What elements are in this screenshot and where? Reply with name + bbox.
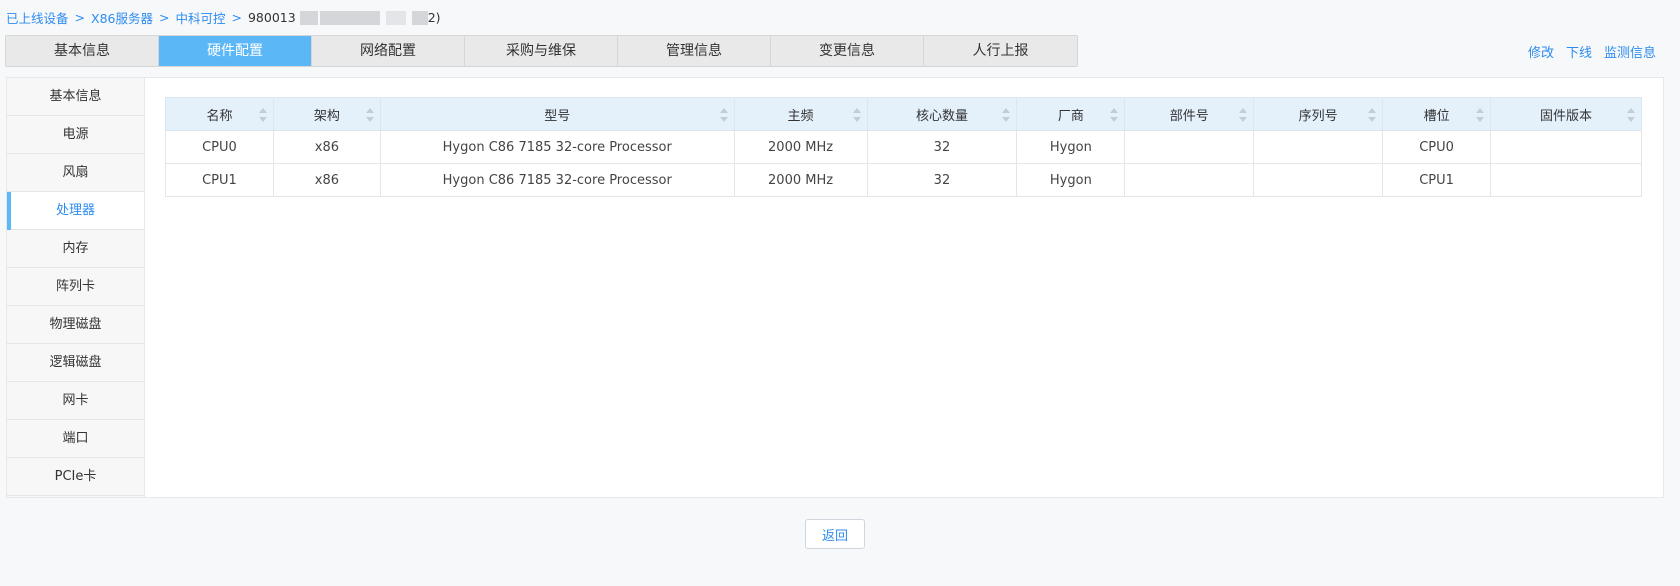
processor-table: 名称 架构 型号 主频 核心数量 厂商 部件号 序列号 槽位 固件版本 CPU0… <box>165 97 1642 197</box>
tab-network-config[interactable]: 网络配置 <box>312 36 465 66</box>
sort-icon[interactable] <box>1110 108 1119 122</box>
table-cell <box>1253 130 1384 164</box>
breadcrumb-separator: > <box>231 10 242 25</box>
sidebar-item-basic-info[interactable]: 基本信息 <box>7 78 144 116</box>
sort-icon[interactable] <box>1476 108 1485 122</box>
tab-procurement-warranty[interactable]: 采购与维保 <box>465 36 618 66</box>
table-header-row: 名称 架构 型号 主频 核心数量 厂商 部件号 序列号 槽位 固件版本 <box>165 97 1642 131</box>
column-header-serial-number[interactable]: 序列号 <box>1253 97 1384 131</box>
table-cell <box>1124 163 1255 197</box>
tab-basic-info[interactable]: 基本信息 <box>6 36 159 66</box>
sidebar-item-physical-disk[interactable]: 物理磁盘 <box>7 306 144 344</box>
breadcrumb: 已上线设备 > X86服务器 > 中科可控 > 980013 2) <box>6 8 441 27</box>
redacted-block <box>319 10 380 25</box>
column-header-firmware[interactable]: 固件版本 <box>1490 97 1642 131</box>
table-cell <box>1253 163 1384 197</box>
edit-link[interactable]: 修改 <box>1528 42 1554 61</box>
sidebar-item-fan[interactable]: 风扇 <box>7 154 144 192</box>
sort-icon[interactable] <box>719 108 728 122</box>
table-cell: Hygon C86 7185 32-core Processor <box>379 163 735 197</box>
tab-change-info[interactable]: 变更信息 <box>771 36 924 66</box>
column-header-label: 固件版本 <box>1540 108 1593 124</box>
hardware-sidebar: 基本信息 电源 风扇 处理器 内存 阵列卡 物理磁盘 逻辑磁盘 网卡 端口 PC… <box>7 78 145 497</box>
sort-icon[interactable] <box>258 108 267 122</box>
breadcrumb-x86-servers[interactable]: X86服务器 <box>91 8 153 27</box>
sort-icon[interactable] <box>852 108 861 122</box>
column-header-label: 架构 <box>313 108 340 124</box>
column-header-label: 核心数量 <box>915 108 968 124</box>
column-header-slot[interactable]: 槽位 <box>1382 97 1492 131</box>
table-cell: CPU1 <box>165 163 274 197</box>
column-header-frequency[interactable]: 主频 <box>733 97 868 131</box>
offline-link[interactable]: 下线 <box>1566 42 1592 61</box>
processor-table-wrap: 名称 架构 型号 主频 核心数量 厂商 部件号 序列号 槽位 固件版本 CPU0… <box>165 97 1642 197</box>
monitor-info-link[interactable]: 监测信息 <box>1604 42 1656 61</box>
table-cell <box>1490 163 1642 197</box>
breadcrumb-online-devices[interactable]: 已上线设备 <box>6 8 69 27</box>
column-header-model[interactable]: 型号 <box>379 97 735 131</box>
tab-management-info[interactable]: 管理信息 <box>618 36 771 66</box>
sidebar-item-raid-card[interactable]: 阵列卡 <box>7 268 144 306</box>
table-cell: x86 <box>272 130 381 164</box>
table-cell: 2000 MHz <box>733 163 868 197</box>
breadcrumb-current-suffix: 2) <box>427 10 441 25</box>
sort-icon[interactable] <box>1627 108 1635 122</box>
sort-icon[interactable] <box>365 108 374 122</box>
redacted-block <box>385 10 406 25</box>
breadcrumb-vendor[interactable]: 中科可控 <box>175 8 225 27</box>
column-header-label: 序列号 <box>1298 108 1338 124</box>
sidebar-item-logical-disk[interactable]: 逻辑磁盘 <box>7 344 144 382</box>
column-header-label: 部件号 <box>1169 108 1209 124</box>
table-cell: Hygon <box>1016 130 1126 164</box>
column-header-vendor[interactable]: 厂商 <box>1016 97 1126 131</box>
table-cell: 32 <box>866 163 1018 197</box>
column-header-cores[interactable]: 核心数量 <box>866 97 1018 131</box>
table-cell: 2000 MHz <box>733 130 868 164</box>
sort-icon[interactable] <box>1239 108 1248 122</box>
table-row: CPU1 x86 Hygon C86 7185 32-core Processo… <box>165 163 1642 197</box>
table-cell: CPU0 <box>1382 130 1492 164</box>
column-header-part-number[interactable]: 部件号 <box>1124 97 1255 131</box>
table-cell: Hygon <box>1016 163 1126 197</box>
redacted-block <box>299 10 318 25</box>
sidebar-item-power[interactable]: 电源 <box>7 116 144 154</box>
tab-hardware-config[interactable]: 硬件配置 <box>159 36 312 66</box>
table-cell <box>1124 130 1255 164</box>
sort-icon[interactable] <box>1368 108 1377 122</box>
breadcrumb-separator: > <box>74 10 85 25</box>
return-button[interactable]: 返回 <box>805 519 865 549</box>
column-header-name[interactable]: 名称 <box>165 97 274 131</box>
sidebar-item-nic[interactable]: 网卡 <box>7 382 144 420</box>
column-header-label: 名称 <box>206 108 233 124</box>
breadcrumb-current-device: 980013 <box>247 10 296 25</box>
table-cell: x86 <box>272 163 381 197</box>
redacted-block <box>411 10 428 25</box>
breadcrumb-separator: > <box>158 10 170 25</box>
column-header-label: 型号 <box>544 108 571 124</box>
column-header-arch[interactable]: 架构 <box>272 97 381 131</box>
sidebar-item-pcie-card[interactable]: PCIe卡 <box>7 458 144 496</box>
hardware-panel: 基本信息 电源 风扇 处理器 内存 阵列卡 物理磁盘 逻辑磁盘 网卡 端口 PC… <box>6 77 1664 498</box>
table-cell: CPU0 <box>165 130 274 164</box>
table-cell <box>1490 130 1642 164</box>
column-header-label: 主频 <box>787 108 814 124</box>
sidebar-item-processor[interactable]: 处理器 <box>7 192 144 230</box>
table-cell: CPU1 <box>1382 163 1492 197</box>
table-cell: Hygon C86 7185 32-core Processor <box>379 130 735 164</box>
action-links: 修改 下线 监测信息 <box>1528 42 1656 61</box>
column-header-label: 槽位 <box>1423 108 1450 124</box>
column-header-label: 厂商 <box>1057 108 1084 124</box>
table-row: CPU0 x86 Hygon C86 7185 32-core Processo… <box>165 130 1642 164</box>
sort-icon[interactable] <box>1002 108 1011 122</box>
sidebar-item-memory[interactable]: 内存 <box>7 230 144 268</box>
sidebar-item-port[interactable]: 端口 <box>7 420 144 458</box>
tab-pboc-report[interactable]: 人行上报 <box>924 36 1077 66</box>
main-tabs: 基本信息 硬件配置 网络配置 采购与维保 管理信息 变更信息 人行上报 <box>5 35 1078 67</box>
table-cell: 32 <box>866 130 1018 164</box>
